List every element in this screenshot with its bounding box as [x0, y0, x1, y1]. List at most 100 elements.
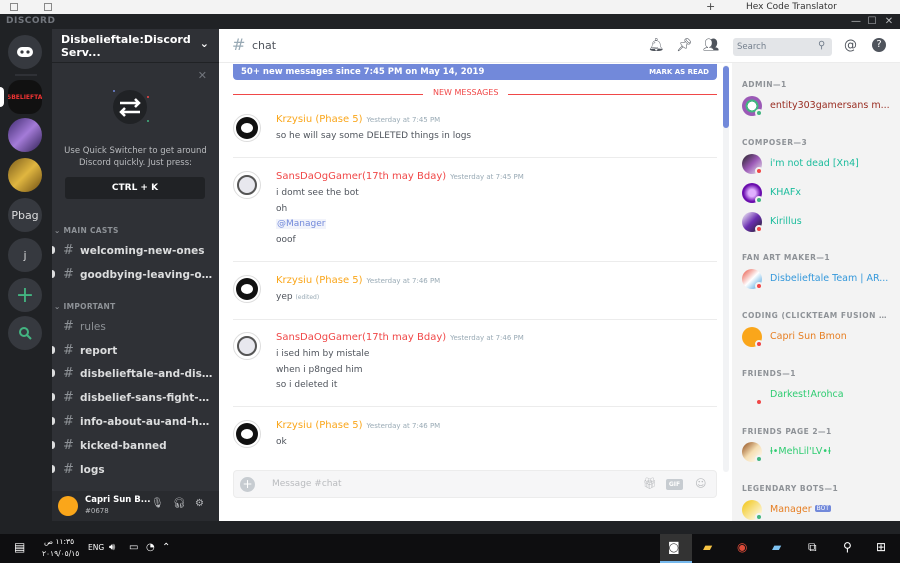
quick-switcher-text: Use Quick Switcher to get around Discord… [64, 146, 207, 168]
member-item[interactable]: Kirillus [742, 212, 900, 234]
chevron-up-icon[interactable]: ⌃ [162, 542, 170, 553]
discord-brand: DISCORD [6, 16, 56, 26]
message-author[interactable]: Krzysiu (Phase 5) [276, 275, 363, 286]
member-name: KHAFx [770, 187, 801, 198]
channel-kicked-banned[interactable]: # kicked-banned [52, 438, 219, 458]
taskbar-date[interactable]: ٢٠١٩/٠٥/١٥ [42, 549, 79, 558]
status-dnd-icon [755, 167, 763, 175]
search-icon[interactable]: ⚲ [843, 540, 852, 554]
member-item[interactable]: Darkest!Arohca [742, 385, 900, 407]
volume-icon[interactable]: 🔊︎ [109, 542, 115, 553]
minimize-button[interactable]: — [848, 14, 864, 29]
hash-icon: # [63, 462, 74, 477]
hash-icon: # [232, 35, 246, 54]
message-author[interactable]: Krzysiu (Phase 5) [276, 420, 363, 431]
chat-scrollbar-thumb[interactable] [723, 66, 729, 128]
avatar[interactable] [233, 114, 261, 142]
member-name: Darkest!Arohca [770, 389, 844, 400]
guild-pbag[interactable]: Pbag [8, 198, 42, 232]
channel-rules[interactable]: # rules [52, 319, 219, 339]
new-messages-bar[interactable]: 50+ new messages since 7:45 PM on May 14… [233, 64, 717, 80]
member-list-icon[interactable]: 👥︎ [703, 38, 720, 53]
message-line: oh [276, 204, 288, 214]
notification-icon[interactable]: ▤ [14, 540, 25, 554]
close-button[interactable]: ✕ [881, 14, 897, 29]
pin-icon[interactable]: 📌︎ [676, 38, 693, 53]
message-line: so he will say some DELETED things in lo… [276, 131, 472, 141]
channel-report[interactable]: # report [52, 343, 219, 363]
message-author[interactable]: SansDaOgGamer(17th may Bday) [276, 332, 446, 343]
mentions-icon[interactable]: @ [844, 38, 857, 53]
message-composer: + Message #chat 🎁︎ GIF ☺ [233, 470, 717, 498]
chrome-icon[interactable]: ◉ [737, 540, 747, 554]
member-item[interactable]: Disbelieftale Team | AR... [742, 269, 900, 291]
upload-plus-icon[interactable]: + [240, 477, 255, 492]
bg-new-tab-button[interactable]: + [706, 0, 715, 13]
channel-goodbying-leaving-ones[interactable]: # goodbying-leaving-ones [52, 267, 219, 287]
message-timestamp: Yesterday at 7:45 PM [366, 116, 441, 124]
avatar[interactable] [233, 332, 261, 360]
close-icon[interactable]: ✕ [198, 69, 207, 82]
mark-as-read-button[interactable]: MARK AS READ [649, 64, 709, 80]
channel-welcoming-new-ones[interactable]: # welcoming-new-ones [52, 243, 219, 263]
windows-start-icon[interactable]: ⊞ [876, 540, 886, 554]
guild-j[interactable]: j [8, 238, 42, 272]
home-button[interactable] [8, 35, 42, 69]
avatar[interactable] [233, 420, 261, 448]
member-item[interactable]: Capri Sun Bmon [742, 327, 900, 349]
guild-disbelieftale[interactable]: DISBELIEFTALE [8, 80, 42, 114]
hash-icon: # [63, 414, 74, 429]
quick-switcher-tip: ✕ Use Quick Switcher to get around Disco… [52, 63, 219, 210]
gear-icon[interactable]: ⚙ [195, 498, 204, 509]
bell-icon[interactable]: 🔔︎ [648, 38, 665, 53]
headphones-icon[interactable]: 🎧︎ [173, 498, 186, 509]
gift-icon[interactable]: 🎁︎ [643, 477, 657, 490]
photos-icon[interactable]: ▰ [772, 540, 781, 554]
guild-server-2[interactable] [8, 118, 42, 152]
category-important[interactable]: ⌄ IMPORTANT [54, 302, 116, 311]
mention[interactable]: @Manager [276, 219, 327, 229]
message-author[interactable]: Krzysiu (Phase 5) [276, 114, 363, 125]
message-author[interactable]: SansDaOgGamer(17th may Bday) [276, 171, 446, 182]
message-timestamp: Yesterday at 7:46 PM [366, 277, 441, 285]
avatar[interactable] [58, 496, 78, 516]
wifi-icon[interactable]: ◔ [146, 542, 155, 553]
member-item[interactable]: Manager BOT [742, 500, 900, 522]
help-icon[interactable]: ? [872, 38, 886, 52]
member-item[interactable]: entity303gamersans m... [742, 96, 900, 118]
member-item[interactable]: i'm not dead [Xn4] [742, 154, 900, 176]
language-indicator[interactable]: ENG [88, 543, 104, 552]
mute-mic-icon[interactable]: 🎙︎ [151, 498, 164, 509]
gif-icon[interactable]: GIF [666, 479, 683, 490]
category-main-casts[interactable]: ⌄ MAIN CASTS [54, 226, 119, 235]
member-item[interactable]: Ɨ•MehLil'LV•Ɨ [742, 442, 900, 464]
server-header[interactable]: Disbelieftale:Discord Serv... ⌄ [52, 29, 219, 63]
taskbar-time[interactable]: ١١:٣٥ ص [44, 537, 74, 546]
channel-disbelieftale-and-disbelief[interactable]: #disbelieftale-and-disbelie... [52, 366, 219, 386]
maximize-button[interactable]: ☐ [864, 14, 880, 29]
new-messages-divider-label: NEW MESSAGES [423, 88, 509, 97]
channel-logs[interactable]: # logs [52, 462, 219, 482]
guild-sidebar: DISBELIEFTALE Pbag j + [0, 29, 52, 521]
member-name: Ɨ•MehLil'LV•Ɨ [770, 446, 831, 457]
bg-tab-title[interactable]: Hex Code Translator [732, 0, 837, 14]
member-name: entity303gamersans m... [770, 100, 890, 111]
message-timestamp: Yesterday at 7:46 PM [450, 334, 524, 342]
user-name: Capri Sun B... [85, 495, 151, 505]
task-view-icon[interactable]: ⧉ [808, 540, 817, 555]
server-discovery-button[interactable] [8, 316, 42, 350]
emoji-icon[interactable]: ☺ [695, 477, 706, 490]
file-explorer-icon[interactable]: ▰ [703, 540, 712, 554]
avatar[interactable] [233, 275, 261, 303]
channel-info-about-au-and-helpers[interactable]: #info-about-au-and-helpers [52, 414, 219, 434]
guild-server-3[interactable] [8, 158, 42, 192]
message-input[interactable]: Message #chat [272, 479, 342, 489]
member-item[interactable]: KHAFx [742, 183, 900, 205]
avatar[interactable] [233, 171, 261, 199]
add-server-button[interactable]: + [8, 278, 42, 312]
hash-icon: # [63, 366, 74, 381]
discord-logo-icon [17, 47, 33, 57]
battery-icon[interactable]: ▭ [129, 542, 138, 553]
discord-titlebar: DISCORD — ☐ ✕ [0, 14, 900, 29]
channel-disbelief-sans-fight-poll[interactable]: # disbelief-sans-fight-poll [52, 390, 219, 410]
